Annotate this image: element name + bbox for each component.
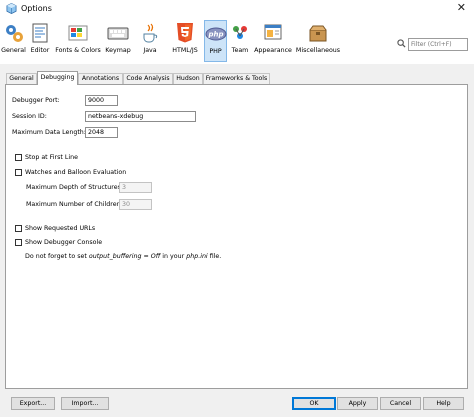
stop-first-line-checkbox[interactable] bbox=[15, 154, 22, 161]
svg-text:php: php bbox=[207, 31, 223, 39]
export-button[interactable]: Export... bbox=[11, 397, 55, 410]
debugger-port-field[interactable]: 9000 bbox=[85, 95, 118, 106]
category-miscellaneous[interactable]: Miscellaneous bbox=[295, 20, 341, 62]
category-appearance[interactable]: Appearance bbox=[253, 20, 293, 62]
debugging-panel: Debugger Port: 9000 Session ID: netbeans… bbox=[5, 84, 468, 389]
category-general[interactable]: General bbox=[1, 20, 26, 62]
help-button[interactable]: Help bbox=[423, 397, 464, 410]
session-id-label: Session ID: bbox=[12, 113, 47, 120]
apply-button[interactable]: Apply bbox=[337, 397, 378, 410]
netbeans-cube-icon bbox=[6, 3, 17, 14]
miscellaneous-icon bbox=[309, 25, 327, 42]
close-icon[interactable]: ✕ bbox=[457, 1, 466, 14]
max-children-label: Maximum Number of Children: bbox=[26, 201, 123, 208]
php-icon: php bbox=[205, 27, 227, 41]
max-depth-field[interactable]: 3 bbox=[119, 182, 152, 193]
category-toolbar: General Editor Fonts & Colors Keymap Jav… bbox=[0, 18, 474, 64]
tab-annotations[interactable]: Annotations bbox=[78, 73, 123, 84]
category-fonts-colors[interactable]: Fonts & Colors bbox=[54, 20, 102, 62]
ok-button[interactable]: OK bbox=[292, 397, 336, 410]
watches-balloon-checkbox[interactable] bbox=[15, 169, 22, 176]
max-data-length-field[interactable]: 2048 bbox=[85, 127, 118, 138]
title-bar: Options ✕ bbox=[0, 0, 474, 18]
category-java[interactable]: Java bbox=[135, 20, 165, 62]
filter-input[interactable] bbox=[408, 38, 468, 51]
tab-debugging[interactable]: Debugging bbox=[37, 71, 78, 85]
gears-icon bbox=[5, 25, 23, 42]
tab-code-analysis[interactable]: Code Analysis bbox=[123, 73, 173, 84]
show-urls-checkbox[interactable] bbox=[15, 225, 22, 232]
tab-frameworks-tools[interactable]: Frameworks & Tools bbox=[203, 73, 270, 84]
category-editor[interactable]: Editor bbox=[28, 20, 52, 62]
filter-container bbox=[397, 38, 468, 51]
keyboard-icon bbox=[107, 27, 129, 40]
window-title: Options bbox=[21, 4, 52, 13]
show-console-label[interactable]: Show Debugger Console bbox=[25, 239, 102, 246]
cancel-button[interactable]: Cancel bbox=[380, 397, 421, 410]
show-console-checkbox[interactable] bbox=[15, 239, 22, 246]
max-depth-label: Maximum Depth of Structures: bbox=[26, 184, 123, 191]
search-icon bbox=[397, 39, 406, 48]
fonts-colors-icon bbox=[68, 25, 88, 41]
output-buffering-note: Do not forget to set output_buffering = … bbox=[25, 253, 222, 260]
category-keymap[interactable]: Keymap bbox=[104, 20, 132, 62]
max-children-field[interactable]: 30 bbox=[119, 199, 152, 210]
watches-balloon-label[interactable]: Watches and Balloon Evaluation bbox=[25, 169, 126, 176]
team-icon bbox=[233, 26, 247, 39]
tab-general[interactable]: General bbox=[6, 73, 37, 84]
debugger-port-label: Debugger Port: bbox=[12, 97, 60, 104]
java-cup-icon bbox=[143, 23, 158, 43]
session-id-field[interactable]: netbeans-xdebug bbox=[85, 111, 196, 122]
show-urls-label[interactable]: Show Requested URLs bbox=[25, 225, 95, 232]
import-button[interactable]: Import... bbox=[61, 397, 109, 410]
appearance-icon bbox=[264, 24, 282, 40]
category-php[interactable]: php PHP bbox=[204, 20, 227, 62]
tab-hudson[interactable]: Hudson bbox=[173, 73, 203, 84]
category-team[interactable]: Team bbox=[229, 20, 251, 62]
document-editor-icon bbox=[32, 23, 48, 43]
stop-first-line-label[interactable]: Stop at First Line bbox=[25, 154, 78, 161]
category-html-js[interactable]: HTML/JS bbox=[168, 20, 202, 62]
max-data-length-label: Maximum Data Length: bbox=[12, 129, 86, 136]
html5-icon bbox=[177, 23, 193, 43]
